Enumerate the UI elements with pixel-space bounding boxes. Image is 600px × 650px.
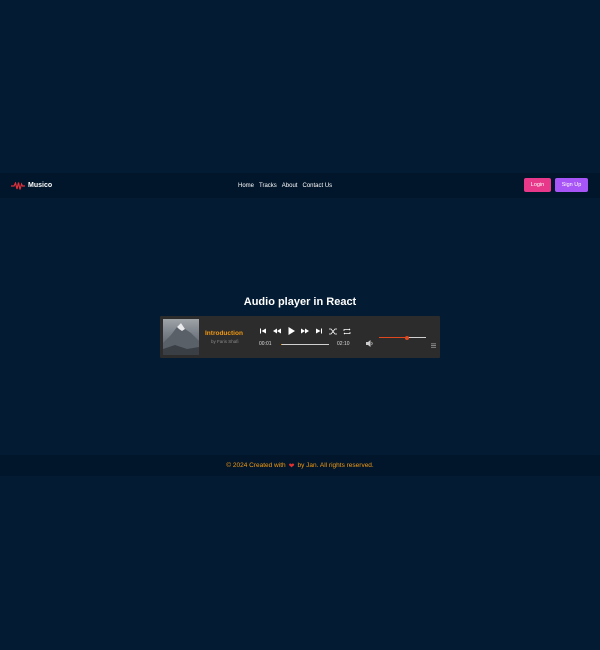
volume-knob[interactable] bbox=[405, 335, 410, 340]
skip-back-icon[interactable] bbox=[259, 327, 267, 335]
brand-name: Musico bbox=[28, 182, 53, 189]
current-time: 00:01 bbox=[259, 341, 272, 347]
nav-about[interactable]: About bbox=[282, 183, 298, 189]
duration: 02:10 bbox=[337, 341, 350, 347]
audio-player: Introduction by Faris Shafi 00:01 02:10 bbox=[160, 316, 440, 358]
volume-fill bbox=[379, 337, 408, 338]
playlist-icon[interactable] bbox=[431, 335, 436, 348]
playback-controls bbox=[259, 327, 351, 335]
auth-buttons: Login Sign Up bbox=[524, 178, 588, 192]
nav-links: Home Tracks About Contact Us bbox=[238, 173, 332, 198]
track-title: Introduction bbox=[205, 330, 243, 337]
track-artist: by Faris Shafi bbox=[211, 339, 239, 344]
nav-home[interactable]: Home bbox=[238, 183, 254, 189]
navbar: Musico Home Tracks About Contact Us Logi… bbox=[0, 173, 600, 198]
skip-forward-icon[interactable] bbox=[315, 327, 323, 335]
repeat-icon[interactable] bbox=[343, 327, 351, 335]
shuffle-icon[interactable] bbox=[329, 327, 337, 335]
signup-button[interactable]: Sign Up bbox=[555, 178, 588, 192]
nav-contact[interactable]: Contact Us bbox=[302, 183, 332, 189]
rewind-icon[interactable] bbox=[273, 327, 281, 335]
volume-slider[interactable] bbox=[379, 335, 426, 340]
volume-icon[interactable] bbox=[366, 334, 374, 347]
fast-forward-icon[interactable] bbox=[301, 327, 309, 335]
nav-tracks[interactable]: Tracks bbox=[259, 183, 277, 189]
page-title: Audio player in React bbox=[243, 296, 357, 308]
footer-prefix: © 2024 Created with bbox=[226, 462, 286, 469]
footer-suffix: by Jan. All rights reserved. bbox=[297, 462, 374, 469]
play-icon[interactable] bbox=[287, 327, 295, 335]
login-button[interactable]: Login bbox=[524, 178, 551, 192]
footer: © 2024 Created with ❤ by Jan. All rights… bbox=[0, 455, 600, 476]
brand[interactable]: Musico bbox=[11, 173, 52, 198]
heart-icon: ❤ bbox=[288, 462, 295, 470]
soundwave-logo-icon bbox=[11, 181, 25, 190]
album-cover bbox=[163, 319, 199, 355]
progress-bar[interactable] bbox=[281, 344, 329, 345]
